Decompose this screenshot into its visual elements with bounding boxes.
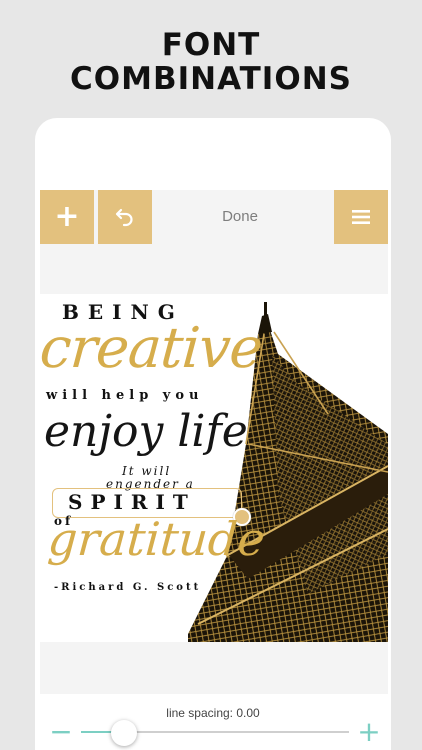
- increase-spacing-button[interactable]: +: [357, 718, 381, 746]
- canvas-padding-top: [40, 244, 388, 294]
- quote-creative[interactable]: creative: [40, 316, 264, 381]
- minus-icon: −: [49, 715, 73, 748]
- menu-button[interactable]: [334, 190, 388, 244]
- plus-icon: +: [357, 715, 381, 748]
- plus-icon: +: [54, 199, 80, 234]
- done-button[interactable]: Done: [190, 190, 290, 244]
- undo-button[interactable]: [98, 190, 152, 244]
- add-button[interactable]: +: [40, 190, 94, 244]
- headline: FONT COMBINATIONS: [0, 28, 422, 96]
- design-canvas[interactable]: BEING creative will help you enjoy life …: [40, 294, 388, 642]
- hamburger-menu-icon: [352, 210, 370, 224]
- quote-spirit[interactable]: SPIRIT: [68, 490, 196, 514]
- quote-enjoy-life[interactable]: enjoy life: [44, 406, 248, 457]
- quote-gratitude[interactable]: gratitude: [46, 512, 267, 566]
- quote-will-help-you[interactable]: will help you: [46, 388, 204, 403]
- phone-frame: + Done BEING creative will help you enjo…: [35, 118, 391, 750]
- quote-it-will[interactable]: It will: [122, 464, 171, 478]
- canvas-padding-bottom: [40, 642, 388, 694]
- line-spacing-label: line spacing: 0.00: [166, 706, 260, 720]
- quote-author[interactable]: -Richard G. Scott: [54, 582, 201, 593]
- headline-line-2: COMBINATIONS: [70, 61, 352, 97]
- decrease-spacing-button[interactable]: −: [49, 718, 73, 746]
- editor-toolbar: + Done: [40, 190, 388, 244]
- undo-arrow-icon: [115, 208, 133, 227]
- headline-line-1: FONT: [161, 27, 261, 63]
- line-spacing-slider-thumb[interactable]: [110, 720, 137, 746]
